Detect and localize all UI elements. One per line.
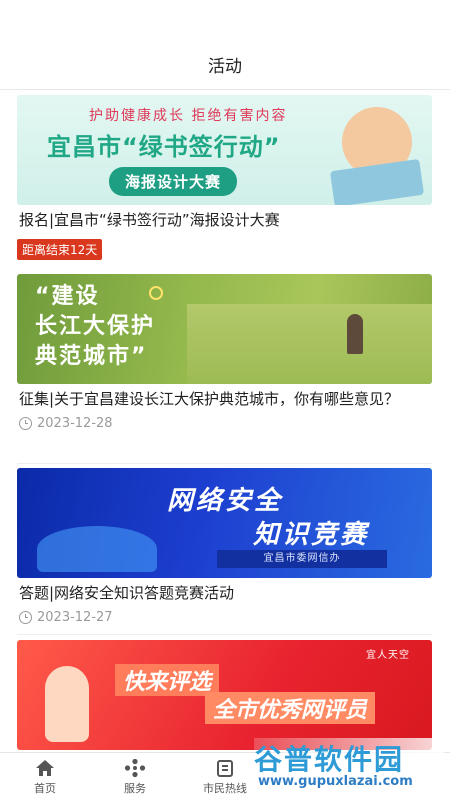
activity-date: 2023-12-28 <box>37 416 113 431</box>
watermark-title: 谷普软件园 <box>254 743 405 776</box>
banner-line: 全市优秀网评员 <box>205 692 376 724</box>
clock-icon <box>19 611 32 624</box>
countdown-badge: 距离结束12天 <box>17 239 103 260</box>
activity-banner-green-bookmark[interactable]: 护助健康成长 拒绝有害内容 宜昌市“绿书签行动” 海报设计大赛 <box>17 95 432 205</box>
banner-line: 快来评选 <box>115 664 220 696</box>
banner-line: “建设 <box>35 284 100 309</box>
site-watermark: 谷普软件园 www.gupuxlazai.com <box>254 738 444 794</box>
activity-banner-commentator[interactable]: 宜人天空 快来评选 全市优秀网评员 <box>17 640 432 750</box>
activity-card[interactable]: 宜人天空 快来评选 全市优秀网评员 <box>17 640 432 750</box>
divider <box>17 463 432 464</box>
banner-badge: 宜人天空 <box>366 650 410 661</box>
activity-date: 2023-12-27 <box>37 610 113 625</box>
tab-label: 服务 <box>124 781 146 795</box>
banner-tagline: 护助健康成长 拒绝有害内容 <box>89 108 288 124</box>
watermark-url: www.gupuxlazai.com <box>258 774 413 789</box>
top-header: 活动 <box>0 0 450 90</box>
illustration-open-book <box>37 526 157 572</box>
activity-meta: 2023-12-27 <box>17 610 432 625</box>
divider <box>17 634 432 635</box>
banner-line: 网络安全 <box>167 486 284 516</box>
activity-title[interactable]: 报名|宜昌市“绿书签行动”海报设计大赛 <box>17 209 432 231</box>
activity-meta: 2023-12-28 <box>17 416 432 431</box>
banner-organizer: 宜昌市委网信办 <box>217 550 387 568</box>
banner-line: 典范城市” <box>35 344 148 369</box>
activity-title[interactable]: 答题|网络安全知识答题竞赛活动 <box>17 582 432 604</box>
activity-title[interactable]: 征集|关于宜昌建设长江大保护典范城市，你有哪些意见？ <box>17 388 432 410</box>
illustration-rice-field <box>187 304 432 384</box>
activity-banner-cyber-security[interactable]: 网络安全 知识竞赛 宜昌市委网信办 <box>17 468 432 578</box>
clock-icon <box>19 417 32 430</box>
activity-card[interactable]: 护助健康成长 拒绝有害内容 宜昌市“绿书签行动” 海报设计大赛 报名|宜昌市“绿… <box>17 95 432 260</box>
illustration-book <box>329 158 425 205</box>
services-icon <box>124 758 146 778</box>
tab-label: 市民热线 <box>203 781 247 795</box>
banner-line: 知识竞赛 <box>253 520 370 550</box>
banner-headline: 宜昌市“绿书签行动” <box>47 133 281 161</box>
activity-banner-yangtze[interactable]: “建设 长江大保护 典范城市” <box>17 274 432 384</box>
banner-line: 长江大保护 <box>35 314 156 339</box>
home-icon <box>34 758 56 778</box>
activity-card[interactable]: “建设 长江大保护 典范城市” 征集|关于宜昌建设长江大保护典范城市，你有哪些意… <box>17 274 432 431</box>
activity-list[interactable]: 护助健康成长 拒绝有害内容 宜昌市“绿书签行动” 海报设计大赛 报名|宜昌市“绿… <box>0 90 450 752</box>
page-title: 活动 <box>208 57 242 77</box>
tab-services[interactable]: 服务 <box>90 753 180 800</box>
banner-text: “建设 长江大保护 典范城市” <box>35 282 155 372</box>
illustration-person <box>347 314 363 354</box>
illustration-figure <box>45 666 89 742</box>
banner-pill: 海报设计大赛 <box>109 167 238 196</box>
hotline-icon <box>214 758 236 778</box>
activity-card[interactable]: 网络安全 知识竞赛 宜昌市委网信办 答题|网络安全知识答题竞赛活动 2023-1… <box>17 468 432 625</box>
tab-label: 首页 <box>34 781 56 795</box>
tab-home[interactable]: 首页 <box>0 753 90 800</box>
